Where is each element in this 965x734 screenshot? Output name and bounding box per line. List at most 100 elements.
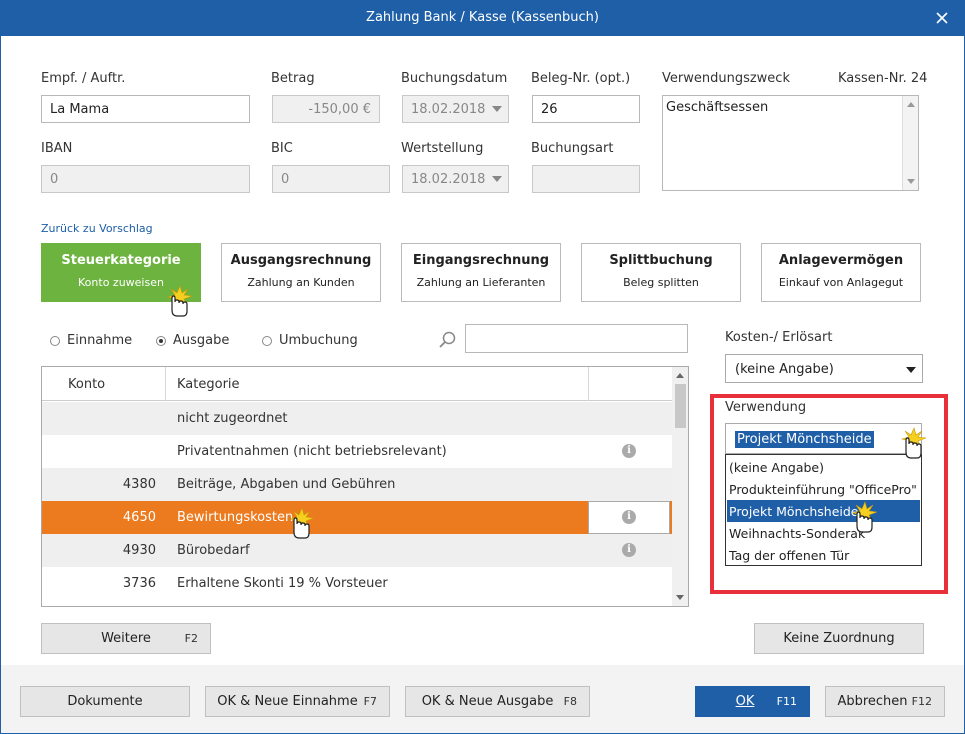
search-input[interactable] [465, 324, 688, 353]
click-hand-cursor-icon [166, 285, 193, 317]
table-row[interactable]: 4380 Beiträge, Abgaben und Gebühren [42, 468, 672, 501]
button-subtitle: Zahlung an Lieferanten [416, 276, 546, 289]
row-kategorie: Bürobedarf [177, 543, 250, 558]
verwendung-dropdown[interactable]: Projekt Mönchsheide [725, 423, 922, 454]
click-hand-cursor-icon [851, 501, 878, 533]
button-title: Eingangsrechnung [412, 253, 550, 268]
info-icon[interactable]: i [622, 510, 636, 524]
eingangsrechnung-button[interactable]: Eingangsrechnung Zahlung an Lieferanten [401, 243, 561, 302]
ok-neue-einnahme-button[interactable]: OK & Neue Einnahme F7 [205, 686, 390, 717]
close-button[interactable] [919, 0, 965, 36]
column-separator [588, 367, 589, 401]
option-projekt-moenchsheide[interactable]: Projekt Mönchsheide [727, 500, 920, 522]
abbrechen-button[interactable]: Abbrechen F12 [825, 686, 945, 717]
option-tag-der-offenen-tuer[interactable]: Tag der offenen Tür [727, 544, 920, 566]
info-icon[interactable]: i [622, 444, 636, 458]
button-subtitle: Beleg splitten [623, 276, 699, 289]
beleg-input[interactable]: 26 [532, 95, 640, 123]
table-row[interactable]: nicht zugeordnet [42, 402, 672, 435]
verwendung-label: Verwendung [725, 400, 807, 415]
button-label: Keine Zuordnung [783, 631, 895, 646]
row-konto: 4650 [122, 510, 156, 525]
kosten-label: Kosten-/ Erlösart [725, 330, 833, 345]
row-kategorie: nicht zugeordnet [177, 411, 288, 426]
splittbuchung-button[interactable]: Splittbuchung Beleg splitten [581, 243, 741, 302]
buchungsdatum-picker[interactable]: 18.02.2018 [402, 95, 509, 123]
verwendung-selected: Projekt Mönchsheide [735, 431, 874, 448]
radio-einnahme[interactable]: Einnahme [50, 333, 132, 348]
table-row-selected[interactable]: 4650 Bewirtungskosten i [42, 501, 672, 534]
scrollbar-thumb[interactable] [675, 384, 686, 428]
scroll-up-icon[interactable] [676, 373, 684, 378]
iban-input: 0 [41, 165, 250, 193]
option-produkteinfuehrung[interactable]: Produkteinführung "OfficePro" [727, 478, 920, 500]
window-title: Zahlung Bank / Kasse (Kassenbuch) [366, 10, 599, 25]
table-row[interactable]: Privatentnahmen (nicht betriebsrelevant)… [42, 435, 672, 468]
verwendungszweck-textarea[interactable]: Geschäftsessen [662, 95, 919, 191]
back-to-suggestion-link[interactable]: Zurück zu Vorschlag [41, 222, 153, 235]
row-konto: 4930 [122, 543, 156, 558]
textarea-scrollbar[interactable] [902, 96, 918, 190]
radio-ausgabe[interactable]: Ausgabe [156, 333, 229, 348]
radio-circle [50, 335, 60, 346]
verwendung-options-list: (keine Angabe) Produkteinführung "Office… [725, 454, 922, 566]
button-label: OK & Neue Ausgabe [421, 694, 554, 709]
chevron-down-icon [906, 367, 916, 373]
header-konto[interactable]: Konto [68, 377, 105, 392]
category-table: Konto Kategorie nicht zugeordnet Private… [41, 366, 689, 607]
verwendungszweck-value: Geschäftsessen [666, 100, 769, 115]
keine-zuordnung-button[interactable]: Keine Zuordnung [754, 623, 924, 654]
shortcut-key: F12 [911, 695, 932, 708]
ok-neue-ausgabe-button[interactable]: OK & Neue Ausgabe F8 [405, 686, 590, 717]
buchungsart-input [532, 165, 640, 193]
radio-circle-checked [156, 335, 166, 346]
buchungsart-label: Buchungsart [531, 141, 614, 156]
shortcut-key: F8 [563, 695, 577, 708]
ausgangsrechnung-button[interactable]: Ausgangsrechnung Zahlung an Kunden [221, 243, 381, 302]
iban-label: IBAN [41, 141, 73, 156]
row-kategorie: Bewirtungskosten [177, 510, 294, 525]
button-subtitle: Zahlung an Kunden [247, 276, 355, 289]
button-label: Dokumente [67, 694, 143, 709]
column-separator [165, 367, 166, 401]
scroll-down-icon[interactable] [676, 595, 684, 600]
row-kategorie: Erhaltene Skonti 19 % Vorsteuer [177, 576, 388, 591]
verwendungszweck-label: Verwendungszweck [662, 71, 790, 86]
radio-label: Umbuchung [279, 333, 358, 348]
wertstellung-value: 18.02.2018 [411, 172, 486, 187]
table-header: Konto Kategorie [42, 367, 672, 401]
button-title: Anlagevermögen [778, 253, 904, 268]
table-row[interactable]: 4930 Bürobedarf i [42, 534, 672, 567]
ok-button[interactable]: OK F11 [695, 686, 810, 717]
wertstellung-label: Wertstellung [401, 141, 484, 156]
weitere-button[interactable]: Weitere F2 [41, 623, 211, 654]
betrag-label: Betrag [271, 71, 315, 86]
scroll-down-icon [907, 179, 915, 184]
dokumente-button[interactable]: Dokumente [20, 686, 190, 717]
button-title: Ausgangsrechnung [230, 253, 372, 268]
table-row[interactable]: 3736 Erhaltene Skonti 19 % Vorsteuer [42, 567, 672, 600]
kosten-dropdown[interactable]: (keine Angabe) [725, 354, 923, 383]
close-icon [936, 12, 948, 24]
radio-label: Einnahme [67, 333, 133, 348]
table-scrollbar[interactable] [672, 367, 688, 606]
kosten-value: (keine Angabe) [735, 362, 834, 377]
radio-circle [262, 335, 272, 346]
anlagevermoegen-button[interactable]: Anlagevermögen Einkauf von Anlagegut [761, 243, 921, 302]
row-kategorie: Beiträge, Abgaben und Gebühren [177, 477, 396, 492]
betrag-input: -150,00 € [272, 95, 380, 123]
shortcut-key: F11 [776, 695, 797, 708]
beleg-label: Beleg-Nr. (opt.) [531, 71, 631, 86]
buchungsdatum-value: 18.02.2018 [411, 102, 486, 117]
wertstellung-picker: 18.02.2018 [402, 165, 509, 193]
radio-umbuchung[interactable]: Umbuchung [262, 333, 358, 348]
chevron-down-icon [492, 106, 502, 112]
chevron-down-icon [492, 176, 502, 182]
info-icon[interactable]: i [622, 543, 636, 557]
option-keine-angabe[interactable]: (keine Angabe) [727, 456, 920, 478]
empf-input[interactable]: La Mama [41, 95, 250, 123]
button-label: OK & Neue Einnahme [217, 694, 358, 709]
bic-input: 0 [272, 165, 390, 193]
option-weihnachts-sonderaktion[interactable]: Weihnachts-Sonderak [727, 522, 920, 544]
header-kategorie[interactable]: Kategorie [177, 377, 240, 392]
